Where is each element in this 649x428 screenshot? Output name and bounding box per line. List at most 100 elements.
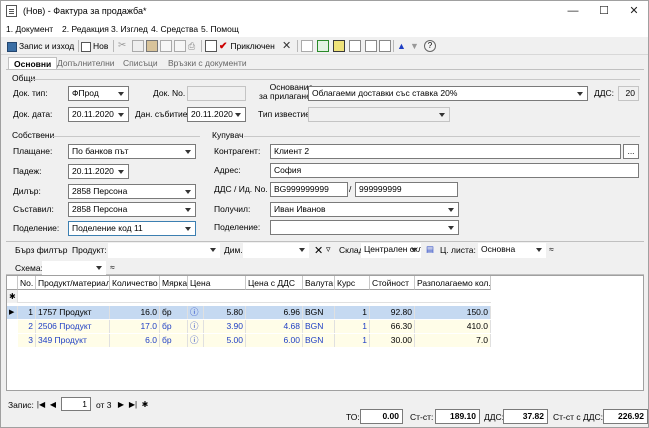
edit-document-icon[interactable] — [205, 40, 217, 52]
record-number-field[interactable]: 1 — [61, 397, 91, 411]
cell-qty[interactable]: 6.0 — [110, 334, 160, 347]
save-exit-button[interactable]: Запис и изход — [7, 39, 74, 53]
menu-document[interactable]: 1. Документ — [6, 24, 53, 34]
cell-rate[interactable]: 1 — [335, 306, 370, 319]
cell-unit[interactable]: бр — [160, 306, 188, 319]
own-division-dropdown[interactable]: Поделение код 11 — [68, 221, 196, 236]
new-record-button[interactable]: ✱ — [140, 399, 150, 411]
paste-row-icon[interactable] — [174, 40, 186, 52]
cell-currency[interactable]: BGN — [303, 334, 335, 347]
price-list-dropdown[interactable]: Основна — [478, 243, 546, 258]
column-price[interactable]: Цена — [188, 276, 246, 290]
vat-number-field[interactable]: BG999999999 — [270, 182, 348, 197]
scheme-options-icon[interactable]: ≈ — [110, 262, 115, 272]
menu-view[interactable]: 3. Изглед — [111, 24, 148, 34]
price-info-icon[interactable]: ⓘ — [188, 334, 204, 347]
arrow-up-icon[interactable]: ▲ — [397, 40, 409, 52]
cell-price[interactable]: 3.90 — [204, 320, 246, 333]
payment-dropdown[interactable]: По банков път — [68, 144, 196, 159]
cut-icon[interactable]: ✂ — [118, 40, 130, 52]
print-icon[interactable]: ⎙ — [188, 40, 200, 52]
column-price-vat[interactable]: Цена с ДДС — [246, 276, 303, 290]
price-info-icon[interactable]: ⓘ — [188, 320, 204, 333]
cell-rate[interactable]: 1 — [335, 320, 370, 333]
cell-value[interactable]: 92.80 — [370, 306, 415, 319]
filter-icon[interactable]: ▿ — [326, 244, 331, 255]
prev-record-button[interactable]: ◀ — [48, 399, 58, 411]
cell-price[interactable]: 5.00 — [204, 334, 246, 347]
cell-no[interactable]: 2 — [18, 320, 36, 333]
partner-browse-button[interactable]: ... — [623, 144, 639, 159]
cell-price-vat[interactable]: 4.68 — [246, 320, 303, 333]
column-no[interactable]: No. — [18, 276, 36, 290]
event-date-picker[interactable]: 20.11.2020 — [187, 107, 246, 122]
new-button[interactable]: Нов — [81, 39, 108, 53]
column-rate[interactable]: Курс — [335, 276, 370, 290]
scheme-dropdown[interactable] — [42, 261, 106, 276]
cell-available[interactable]: 7.0 — [415, 334, 491, 347]
cell-unit[interactable]: бр — [160, 334, 188, 347]
menu-edit[interactable]: 2. Редакция — [62, 24, 109, 34]
cell-price[interactable]: 5.80 — [204, 306, 246, 319]
last-record-button[interactable]: ▶| — [127, 399, 139, 411]
copy-row-icon[interactable] — [160, 40, 172, 52]
cell-product[interactable]: 2506 Продукт — [36, 320, 110, 333]
title-bar[interactable]: (Нов) - Фактура за продажба* — ☐ ✕ — [1, 1, 648, 22]
receiver-dropdown[interactable]: Иван Иванов — [270, 202, 459, 217]
menu-tools[interactable]: 4. Средства — [151, 24, 198, 34]
cell-rate[interactable]: 1 — [335, 334, 370, 347]
new-row[interactable] — [18, 290, 491, 303]
cell-unit[interactable]: бр — [160, 320, 188, 333]
cell-no[interactable]: 1 — [18, 306, 36, 319]
column-available[interactable]: Разполагаемо кол. — [415, 276, 491, 290]
column-product[interactable]: Продукт/материал — [36, 276, 110, 290]
document-new-icon[interactable] — [365, 40, 377, 52]
maximize-button[interactable]: ☐ — [589, 1, 619, 22]
dealer-dropdown[interactable]: 2858 Персона — [68, 184, 196, 199]
column-value[interactable]: Стойност — [370, 276, 415, 290]
close-button[interactable]: ✕ — [619, 1, 649, 22]
cell-price-vat[interactable]: 6.96 — [246, 306, 303, 319]
author-dropdown[interactable]: 2858 Персона — [68, 202, 196, 217]
attach-icon[interactable] — [333, 40, 345, 52]
column-currency[interactable]: Валута — [303, 276, 335, 290]
due-date-picker[interactable]: 20.11.2020 — [68, 164, 129, 179]
next-record-button[interactable]: ▶ — [116, 399, 126, 411]
price-info-icon[interactable]: ⓘ — [188, 306, 204, 319]
copy-icon[interactable] — [132, 40, 144, 52]
menu-help[interactable]: 5. Помощ — [201, 24, 239, 34]
cell-no[interactable]: 3 — [18, 334, 36, 347]
clear-filter-icon[interactable]: ✕ — [314, 244, 323, 257]
product-filter-dropdown[interactable] — [108, 243, 220, 258]
column-unit[interactable]: Мярка — [160, 276, 188, 290]
column-quantity[interactable]: Количество — [110, 276, 160, 290]
cell-value[interactable]: 30.00 — [370, 334, 415, 347]
minimize-button[interactable]: — — [558, 1, 588, 22]
document-copy-icon[interactable] — [349, 40, 361, 52]
cell-available[interactable]: 410.0 — [415, 320, 491, 333]
cell-price-vat[interactable]: 6.00 — [246, 334, 303, 347]
doc-date-picker[interactable]: 20.11.2020 — [68, 107, 129, 122]
arrow-down-icon[interactable]: ▼ — [410, 40, 422, 52]
document-blank-icon[interactable] — [379, 40, 391, 52]
dim-filter-dropdown[interactable] — [243, 243, 309, 258]
store-list-icon[interactable]: ▤ — [426, 244, 434, 255]
help-icon[interactable]: ? — [424, 40, 436, 52]
partner-field[interactable]: Клиент 2 — [270, 144, 621, 159]
cell-currency[interactable]: BGN — [303, 306, 335, 319]
refresh-icon[interactable] — [317, 40, 329, 52]
first-record-button[interactable]: |◀ — [35, 399, 47, 411]
address-field[interactable]: София — [270, 163, 639, 178]
cell-qty[interactable]: 17.0 — [110, 320, 160, 333]
price-list-options-icon[interactable]: ≈ — [549, 244, 554, 254]
store-dropdown[interactable]: Централен скл — [361, 243, 421, 258]
notice-type-dropdown[interactable] — [308, 107, 450, 122]
paste-icon[interactable] — [146, 40, 158, 52]
cell-available[interactable]: 150.0 — [415, 306, 491, 319]
doc-no-field[interactable] — [187, 86, 246, 101]
doc-type-dropdown[interactable]: ФПрод — [68, 86, 129, 101]
cancel-icon[interactable]: ✕ — [282, 40, 294, 52]
basis-dropdown[interactable]: Облагаеми доставки със ставка 20% — [308, 86, 588, 101]
finalize-button[interactable]: ✔ Приключен — [219, 39, 275, 53]
cell-qty[interactable]: 16.0 — [110, 306, 160, 319]
